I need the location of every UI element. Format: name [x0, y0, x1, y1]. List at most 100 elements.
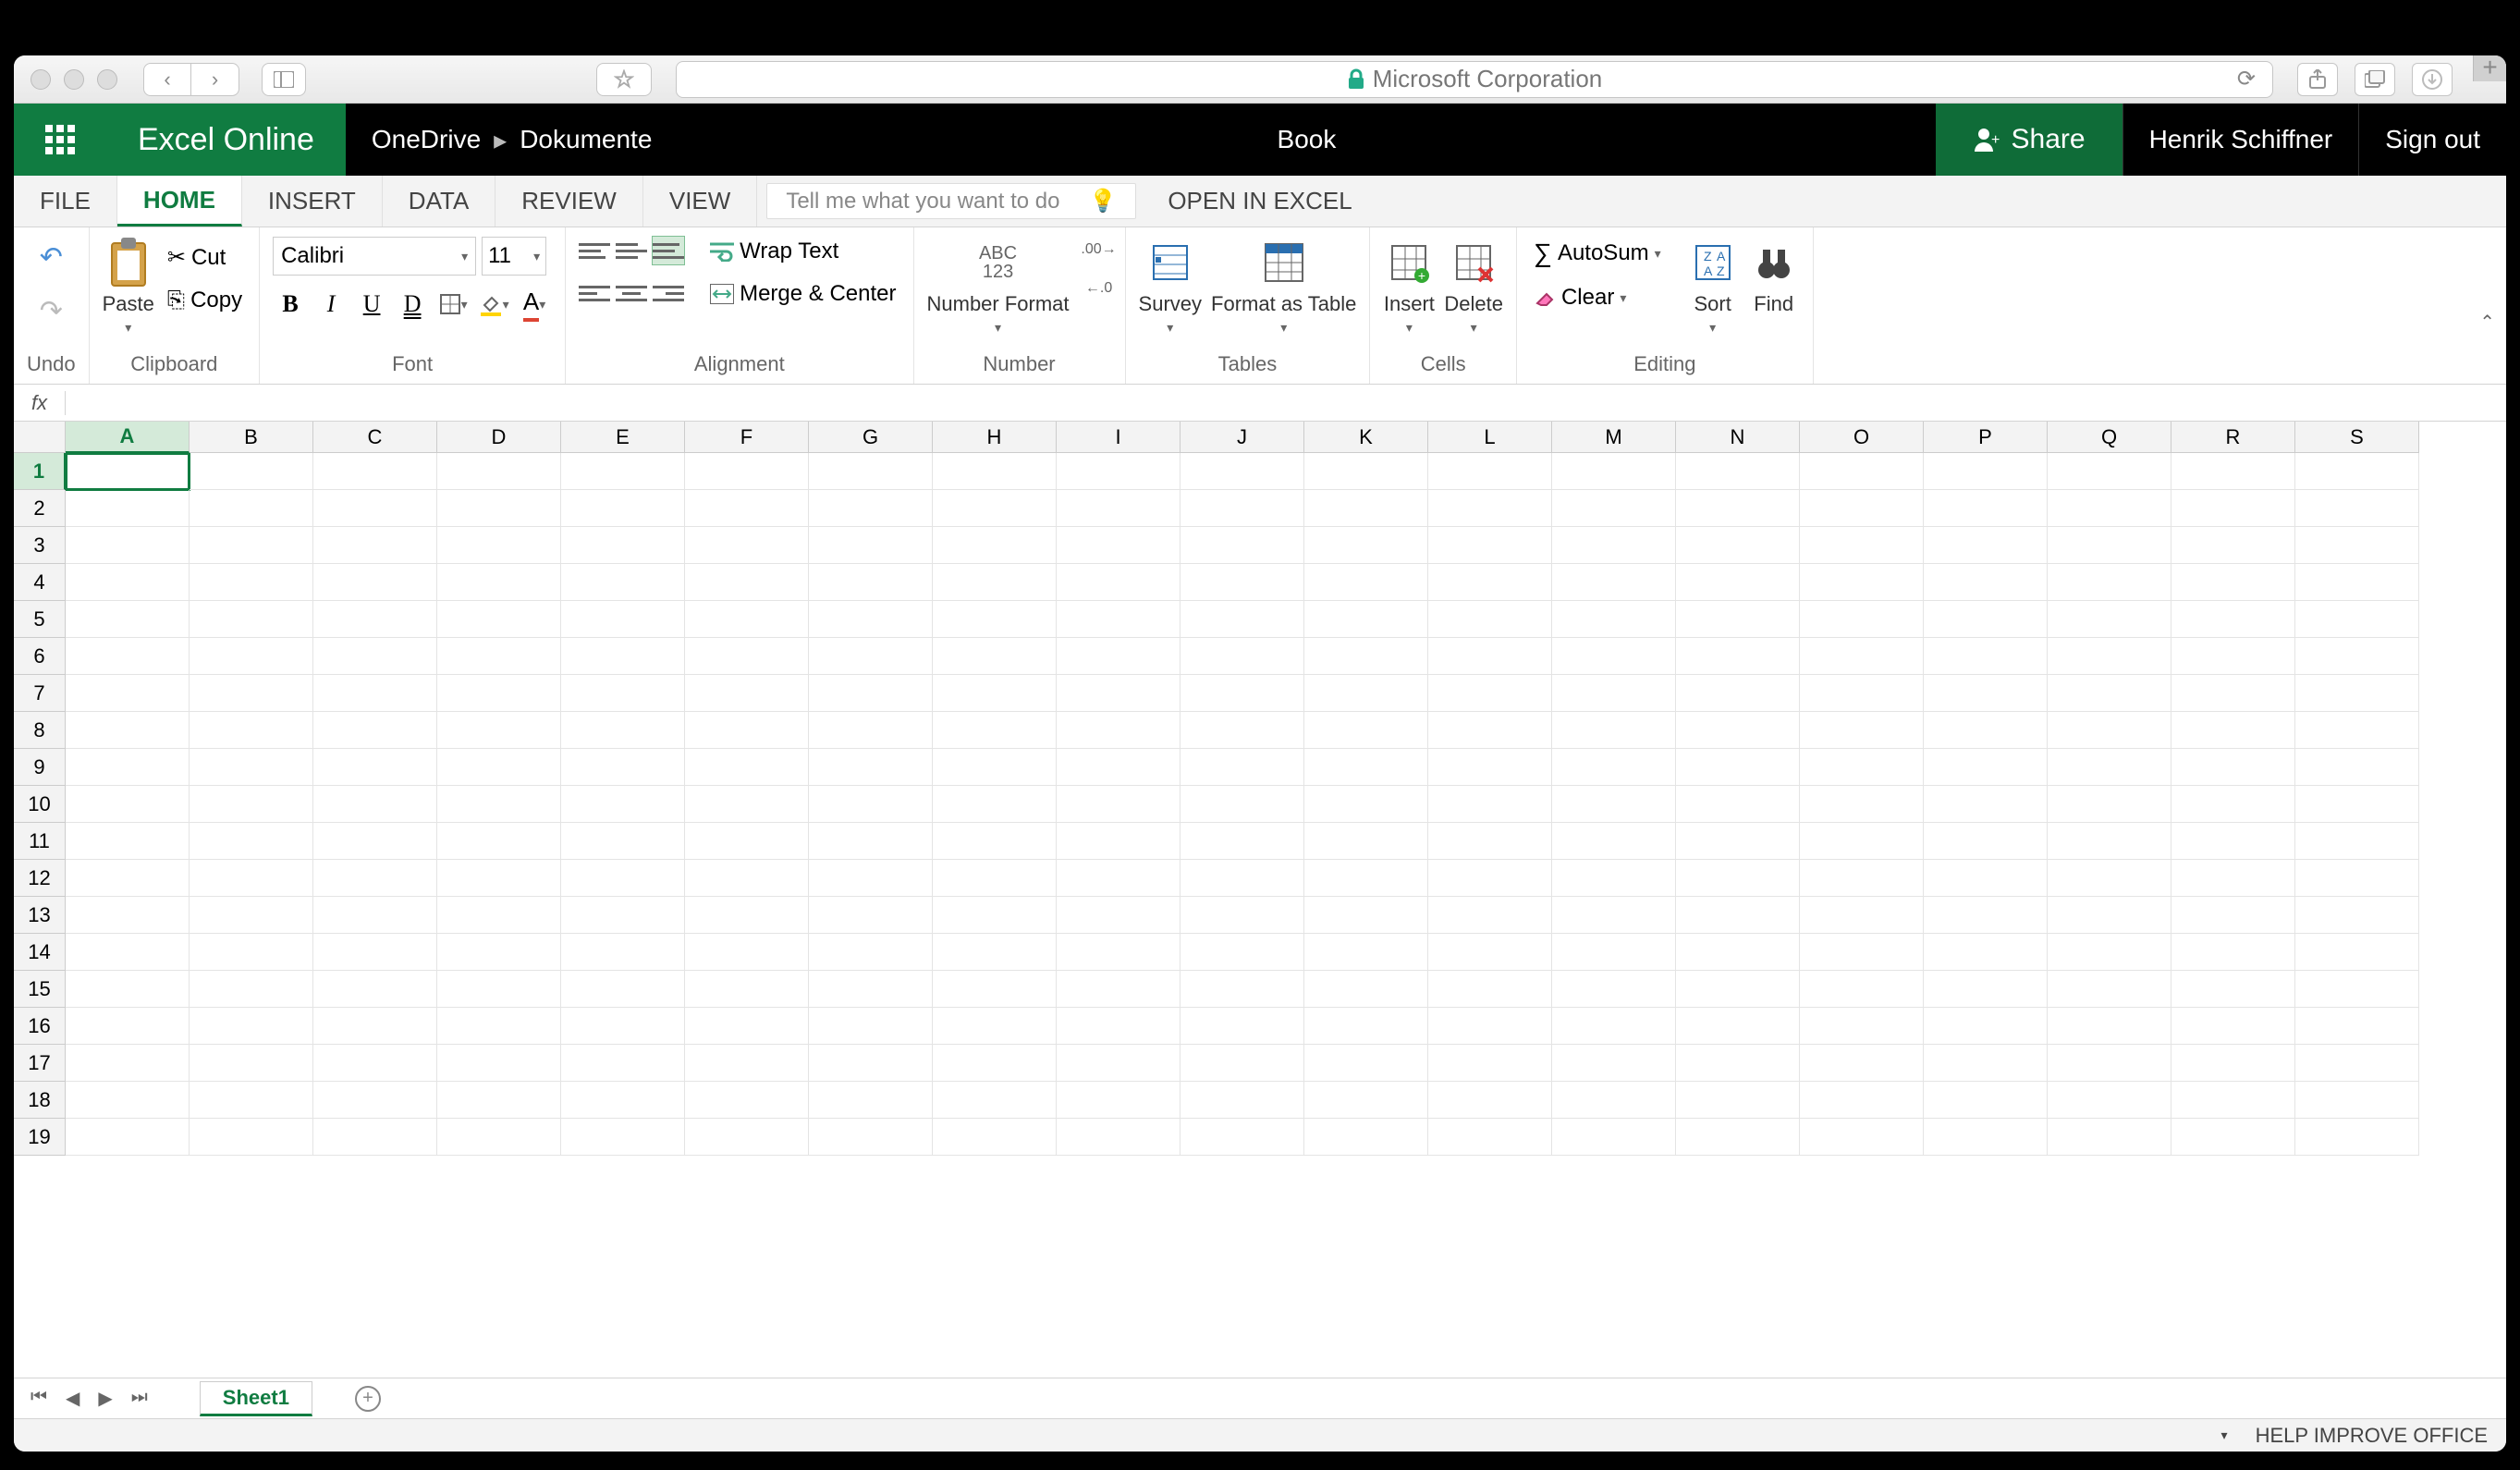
copy-button[interactable]: ⎘Copy: [164, 286, 246, 315]
cell[interactable]: [313, 1045, 437, 1082]
sheet-next-icon[interactable]: ▶: [98, 1387, 112, 1410]
cell[interactable]: [1304, 823, 1428, 860]
column-header[interactable]: Q: [2048, 422, 2171, 453]
cell[interactable]: [1924, 1119, 2048, 1156]
cell[interactable]: [809, 749, 933, 786]
cell[interactable]: [2295, 1045, 2419, 1082]
cell[interactable]: [66, 1119, 190, 1156]
cell[interactable]: [933, 601, 1057, 638]
cell[interactable]: [1304, 897, 1428, 934]
cell[interactable]: [933, 675, 1057, 712]
cell[interactable]: [1924, 823, 2048, 860]
cell[interactable]: [1180, 490, 1304, 527]
column-header[interactable]: C: [313, 422, 437, 453]
cell[interactable]: [1180, 675, 1304, 712]
cell[interactable]: [437, 971, 561, 1008]
cell[interactable]: [685, 712, 809, 749]
fill-color-button[interactable]: ▾: [476, 287, 511, 322]
format-as-table-button[interactable]: Format as Table▾: [1211, 237, 1356, 336]
sheet-tab-active[interactable]: Sheet1: [200, 1381, 312, 1416]
cell[interactable]: [933, 749, 1057, 786]
cell[interactable]: [1428, 860, 1552, 897]
row-header[interactable]: 17: [14, 1045, 66, 1082]
open-in-excel[interactable]: OPEN IN EXCEL: [1145, 176, 1374, 227]
cell[interactable]: [2295, 823, 2419, 860]
cell[interactable]: [2295, 897, 2419, 934]
decrease-decimal-icon[interactable]: ←.0: [1086, 276, 1112, 301]
cell[interactable]: [1676, 1119, 1800, 1156]
cell[interactable]: [66, 453, 190, 490]
cell[interactable]: [933, 1008, 1057, 1045]
cell[interactable]: [190, 934, 313, 971]
cell[interactable]: [1552, 897, 1676, 934]
redo-icon[interactable]: ↷: [31, 290, 71, 331]
cell[interactable]: [1800, 823, 1924, 860]
status-menu-icon[interactable]: ▾: [2221, 1427, 2228, 1443]
add-sheet-button[interactable]: +: [355, 1386, 381, 1412]
cell[interactable]: [437, 749, 561, 786]
cell[interactable]: [561, 749, 685, 786]
back-button[interactable]: ‹: [143, 63, 191, 96]
cell[interactable]: [313, 564, 437, 601]
cell[interactable]: [1180, 823, 1304, 860]
cell[interactable]: [809, 823, 933, 860]
cell[interactable]: [1676, 934, 1800, 971]
cell[interactable]: [1800, 638, 1924, 675]
cell[interactable]: [66, 490, 190, 527]
cell[interactable]: [437, 860, 561, 897]
cell[interactable]: [1676, 712, 1800, 749]
cell[interactable]: [1676, 971, 1800, 1008]
cell[interactable]: [809, 1008, 933, 1045]
cell[interactable]: [1180, 934, 1304, 971]
cell[interactable]: [1552, 453, 1676, 490]
cell[interactable]: [2295, 675, 2419, 712]
cell[interactable]: [2048, 934, 2171, 971]
cell[interactable]: [2295, 601, 2419, 638]
sheet-prev-icon[interactable]: ◀: [66, 1387, 80, 1410]
select-all-corner[interactable]: [14, 422, 66, 453]
cell[interactable]: [313, 749, 437, 786]
cell[interactable]: [1552, 786, 1676, 823]
cell[interactable]: [2048, 1119, 2171, 1156]
column-header[interactable]: M: [1552, 422, 1676, 453]
font-color-button[interactable]: A▾: [517, 287, 552, 322]
cell[interactable]: [1304, 1119, 1428, 1156]
cell[interactable]: [1924, 712, 2048, 749]
cell[interactable]: [1180, 786, 1304, 823]
cell[interactable]: [561, 527, 685, 564]
cell[interactable]: [437, 490, 561, 527]
cell[interactable]: [437, 1045, 561, 1082]
cell[interactable]: [1800, 971, 1924, 1008]
cell[interactable]: [190, 1045, 313, 1082]
column-header[interactable]: E: [561, 422, 685, 453]
cell[interactable]: [437, 934, 561, 971]
cell[interactable]: [1057, 490, 1180, 527]
cell[interactable]: [2171, 564, 2295, 601]
cell[interactable]: [809, 564, 933, 601]
address-bar[interactable]: Microsoft Corporation ⟳: [676, 61, 2273, 98]
cell[interactable]: [2048, 601, 2171, 638]
cell[interactable]: [1676, 1008, 1800, 1045]
cell[interactable]: [1924, 897, 2048, 934]
cell[interactable]: [1057, 527, 1180, 564]
font-name-select[interactable]: Calibri▾: [273, 237, 476, 276]
cell[interactable]: [66, 638, 190, 675]
cell[interactable]: [313, 490, 437, 527]
cell[interactable]: [1552, 527, 1676, 564]
cell[interactable]: [809, 1119, 933, 1156]
cell[interactable]: [1057, 786, 1180, 823]
cell[interactable]: [685, 1008, 809, 1045]
cell[interactable]: [1800, 712, 1924, 749]
cell[interactable]: [190, 712, 313, 749]
cell[interactable]: [1924, 934, 2048, 971]
cell[interactable]: [561, 860, 685, 897]
cell[interactable]: [1057, 712, 1180, 749]
row-header[interactable]: 9: [14, 749, 66, 786]
delete-cells-button[interactable]: Delete▾: [1444, 237, 1503, 336]
cell[interactable]: [1924, 1082, 2048, 1119]
cell[interactable]: [809, 786, 933, 823]
cell[interactable]: [1924, 527, 2048, 564]
cell[interactable]: [685, 453, 809, 490]
signout-link[interactable]: Sign out: [2359, 104, 2506, 176]
cell[interactable]: [1304, 1082, 1428, 1119]
